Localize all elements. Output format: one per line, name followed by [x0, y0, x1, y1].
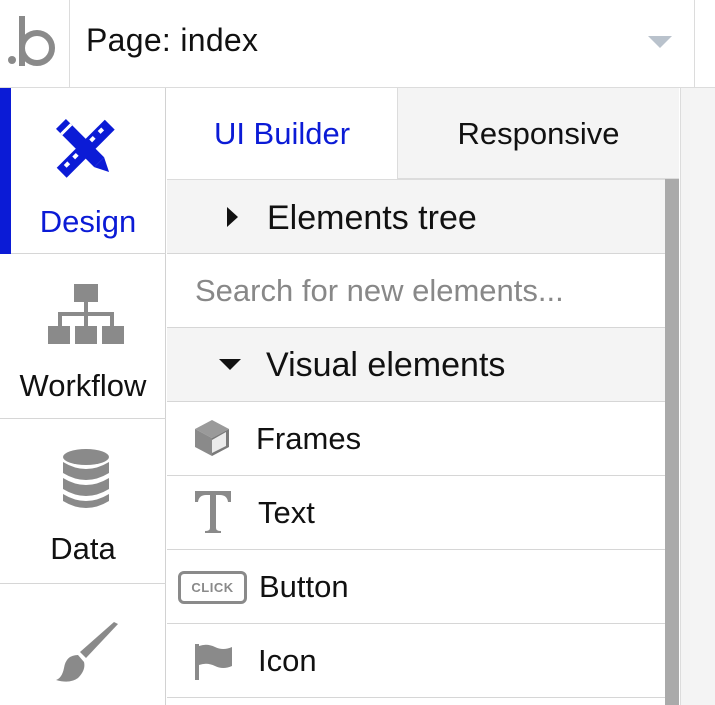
design-pencil-ruler-icon — [56, 119, 115, 178]
list-item-text[interactable]: Text — [167, 476, 665, 550]
nav-item-design[interactable]: Design — [0, 88, 166, 254]
nav-label-data: Data — [50, 531, 116, 566]
elements-tree-label: Elements tree — [267, 199, 477, 237]
page-selector-label: Page: index — [86, 22, 259, 58]
workflow-hierarchy-icon — [48, 284, 124, 344]
list-item-button[interactable]: CLICK Button — [167, 550, 665, 624]
nav-item-data[interactable]: Data — [0, 419, 166, 584]
nav-item-styles[interactable] — [0, 584, 166, 705]
list-item-partial — [167, 698, 665, 705]
search-row — [167, 254, 665, 328]
nav-item-workflow[interactable]: Workflow — [0, 254, 166, 419]
list-item-icon[interactable]: Icon — [167, 624, 665, 698]
left-nav: Design Workflow Data — [0, 88, 166, 705]
elements-panel: UI Builder Responsive Elements tree Visu… — [167, 88, 679, 705]
nav-label-workflow: Workflow — [19, 368, 147, 403]
canvas-area[interactable] — [680, 88, 715, 705]
search-input[interactable] — [195, 272, 655, 310]
flag-icon — [195, 644, 232, 680]
bubble-logo-icon — [8, 16, 55, 66]
cube-icon — [195, 420, 229, 456]
tab-responsive[interactable]: Responsive — [397, 88, 679, 179]
visual-elements-label: Visual elements — [266, 346, 506, 384]
top-bar: Page: index — [0, 0, 715, 88]
click-button-icon: CLICK — [178, 571, 247, 604]
text-label: Text — [258, 495, 315, 530]
caret-right-icon — [227, 207, 238, 227]
element-list: Elements tree Visual elements Frames Tex… — [167, 179, 665, 705]
frames-label: Frames — [256, 421, 362, 456]
paint-brush-icon — [56, 622, 118, 682]
database-icon — [63, 449, 109, 508]
bubble-logo[interactable] — [0, 0, 70, 88]
panel-scrollbar[interactable] — [665, 179, 679, 705]
elements-tree-header[interactable]: Elements tree — [167, 180, 665, 254]
caret-down-icon — [219, 359, 241, 370]
list-item-frames[interactable]: Frames — [167, 402, 665, 476]
icon-label: Icon — [258, 643, 317, 678]
page-selector[interactable]: Page: index — [71, 0, 695, 88]
nav-label-design: Design — [39, 204, 137, 239]
panel-tabs: UI Builder Responsive — [167, 88, 679, 179]
text-t-icon — [195, 491, 231, 533]
tab-ui-builder[interactable]: UI Builder — [167, 88, 397, 179]
button-label: Button — [259, 569, 349, 604]
visual-elements-header[interactable]: Visual elements — [167, 328, 665, 402]
chevron-down-icon[interactable] — [648, 36, 672, 48]
